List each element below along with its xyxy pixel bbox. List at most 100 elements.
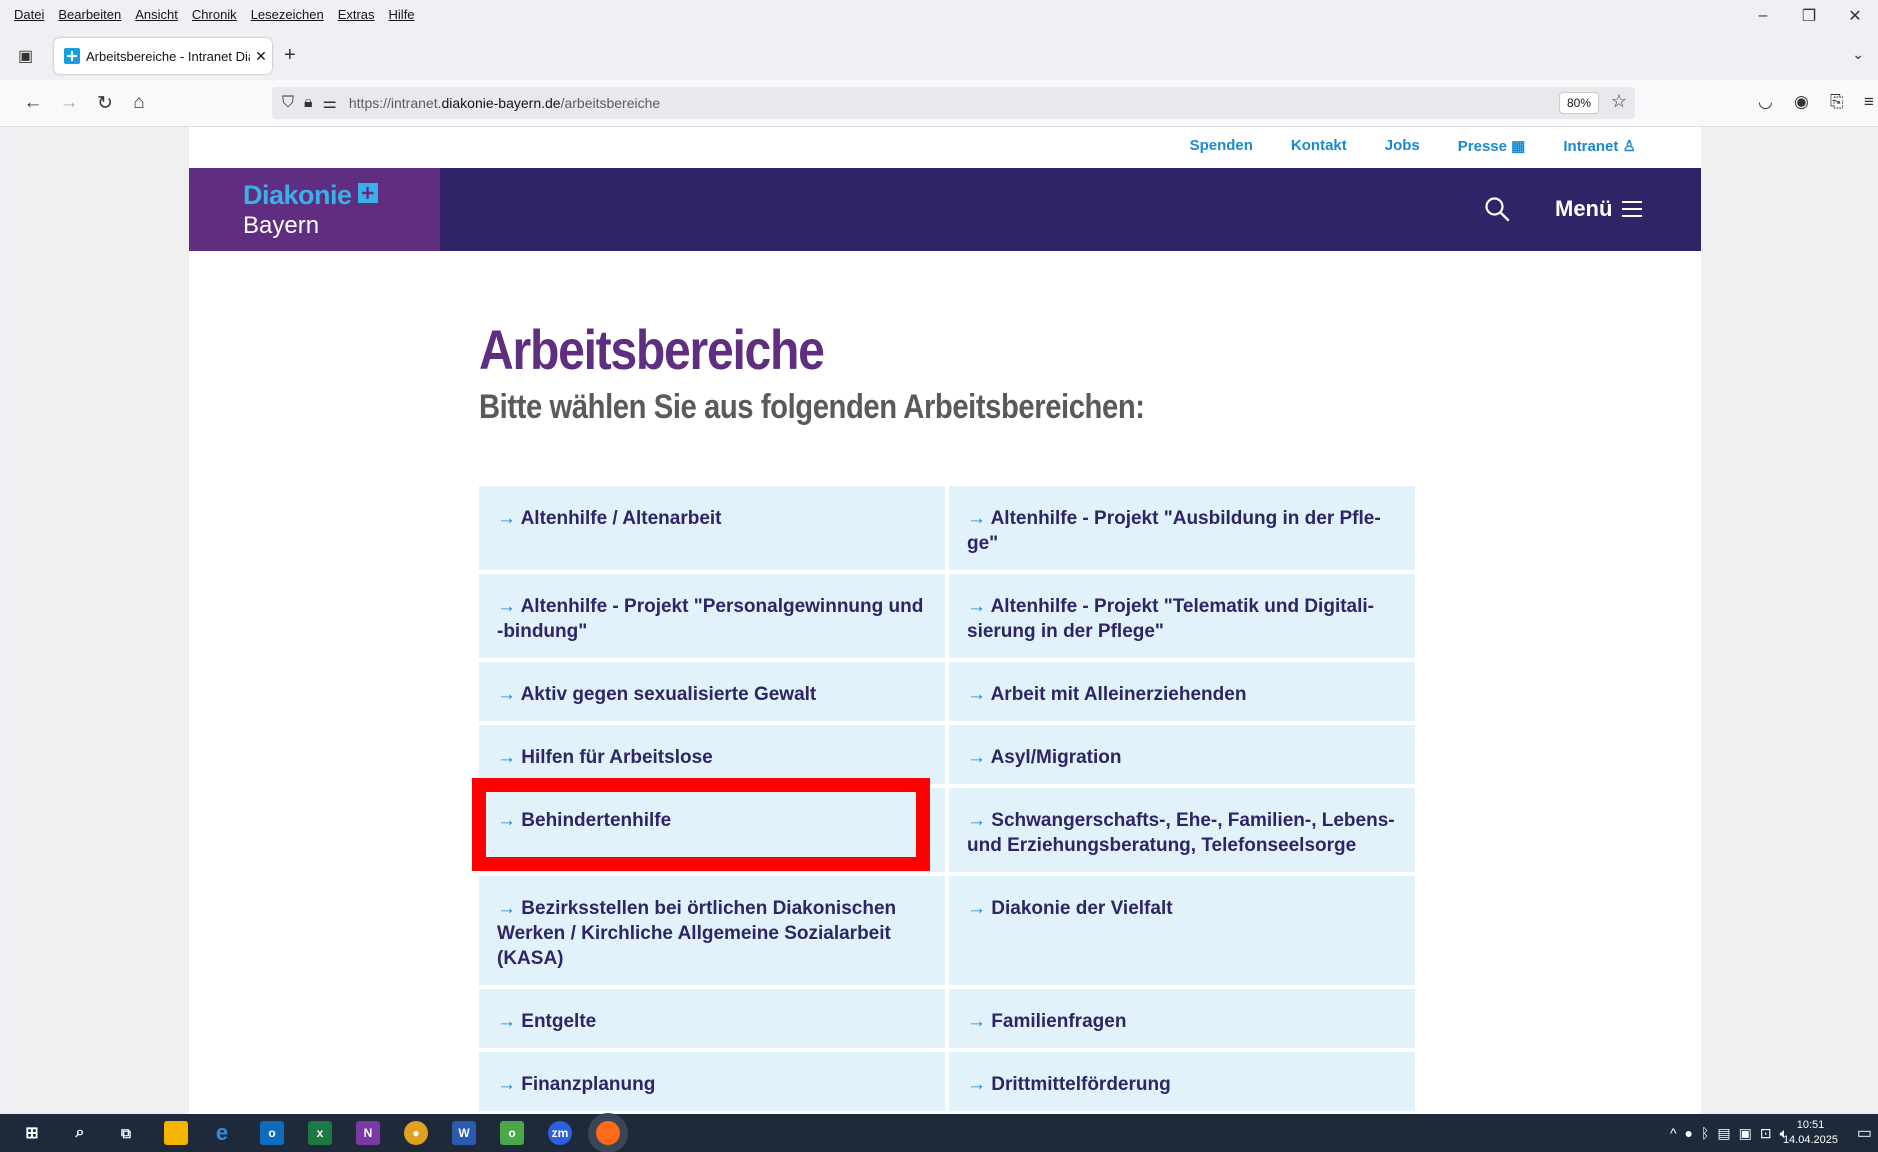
menu-button[interactable]: Menü [1555, 196, 1643, 222]
area-link[interactable]: → Aktiv gegen sexualisierte Gewalt [479, 662, 945, 721]
utility-link-jobs[interactable]: Jobs [1385, 137, 1420, 155]
area-link[interactable]: → Diakonie der Vielfalt [949, 876, 1415, 985]
back-icon[interactable]: ← [20, 90, 46, 116]
chevron-up-icon[interactable]: ^ [1670, 1125, 1677, 1142]
area-link[interactable]: → Entgelte [479, 989, 945, 1048]
area-link[interactable]: → Altenhilfe - Projekt "Personalgewinnun… [479, 574, 945, 658]
areas-grid: → Altenhilfe / Altenarbeit → Altenhilfe -… [479, 486, 1415, 1115]
shield-icon[interactable]: ⛉ [282, 94, 294, 112]
url-bar[interactable]: ⛉ 🔒︎ ⚌ https://intranet.diakonie-bayern.… [272, 87, 1635, 119]
close-window-icon[interactable]: ✕ [1832, 0, 1878, 32]
arrow-right-icon: → [497, 1011, 516, 1032]
area-link[interactable]: → Bezirksstellen bei örtlichen Diakonisc… [479, 876, 945, 985]
system-clock[interactable]: 10:51 14.04.2025 [1783, 1118, 1838, 1148]
menu-item-bearbeiten[interactable]: Bearbeiten [58, 7, 121, 22]
display-icon[interactable]: ▣ [1739, 1125, 1752, 1142]
phone-app-icon[interactable]: o [500, 1121, 524, 1145]
area-link[interactable]: → Drittmittelförderung [949, 1052, 1415, 1111]
favicon-icon [64, 48, 80, 64]
word-icon[interactable]: W [452, 1121, 476, 1145]
diakonie-logo[interactable]: Diakonie Bayern [189, 168, 440, 251]
tab-bar: ▣ Arbeitsbereiche - Intranet Diakc ✕ + ⌄ [0, 32, 1878, 80]
file-explorer-icon[interactable] [164, 1121, 188, 1145]
utility-link-spenden[interactable]: Spenden [1190, 137, 1253, 155]
utility-link-presse[interactable]: Presse ▦ [1458, 137, 1526, 155]
edge-icon[interactable]: e [210, 1120, 234, 1145]
search-taskbar-icon[interactable]: ⌕ [68, 1121, 92, 1145]
menu-item-lesezeichen[interactable]: Lesezeichen [251, 7, 324, 22]
area-link[interactable]: → Hilfen für Arbeitslose [479, 725, 945, 784]
windows-start-icon[interactable]: ⊞ [20, 1121, 44, 1145]
arrow-right-icon: → [497, 508, 516, 529]
menu-item-datei[interactable]: Datei [14, 7, 44, 22]
utility-link-kontakt[interactable]: Kontakt [1291, 137, 1347, 155]
firefox-icon[interactable] [596, 1121, 620, 1145]
area-label: Asyl/Migration [990, 747, 1122, 768]
lock-icon[interactable]: 🔒︎ [304, 94, 313, 112]
menu-label: Menü [1555, 196, 1613, 221]
area-link[interactable]: → Altenhilfe / Altenarbeit [479, 486, 945, 570]
tab-active[interactable]: Arbeitsbereiche - Intranet Diakc ✕ [54, 38, 272, 74]
arrow-right-icon: → [497, 747, 516, 768]
pocket-icon[interactable]: ◡ [1758, 92, 1773, 112]
search-icon[interactable] [1484, 196, 1510, 222]
account-icon[interactable]: ◉ [1794, 92, 1809, 112]
area-link[interactable]: → Arbeit mit Alleinerziehenden [949, 662, 1415, 721]
menu-item-chronik[interactable]: Chronik [192, 7, 237, 22]
areas-row: → Aktiv gegen sexualisierte Gewalt → Arbe… [479, 662, 1415, 721]
menu-item-ansicht[interactable]: Ansicht [135, 7, 178, 22]
area-link[interactable]: → Finanzplanung [479, 1052, 945, 1111]
arrow-right-icon: → [967, 684, 986, 705]
areas-row: → Behindertenhilfe → Schwangerschafts-, E… [479, 788, 1415, 872]
bookmark-star-icon[interactable]: ☆ [1611, 91, 1627, 112]
task-view-icon[interactable]: ⧉ [114, 1121, 138, 1145]
page-title: Arbeitsbereiche [479, 318, 825, 381]
url-text[interactable]: https://intranet.diakonie-bayern.de/arbe… [349, 95, 660, 111]
excel-icon[interactable]: x [308, 1121, 332, 1145]
extensions-icon[interactable]: ⎘ [1830, 92, 1844, 112]
page-subtitle: Bitte wählen Sie aus folgenden Arbeitsbe… [479, 388, 1145, 426]
areas-row: → Finanzplanung → Drittmittelförderung [479, 1052, 1415, 1111]
close-tab-icon[interactable]: ✕ [250, 48, 272, 65]
list-tabs-icon[interactable]: ▣ [18, 46, 38, 66]
forward-icon[interactable]: → [56, 90, 82, 116]
security-tray-icon[interactable]: ● [1685, 1125, 1693, 1142]
language-icon[interactable]: ▤ [1717, 1125, 1730, 1142]
outlook-icon[interactable]: o [260, 1121, 284, 1145]
zoom-level[interactable]: 80% [1558, 92, 1599, 114]
reload-icon[interactable]: ↻ [92, 90, 118, 116]
menu-item-extras[interactable]: Extras [338, 7, 375, 22]
new-tab-icon[interactable]: + [284, 44, 296, 67]
chevron-down-icon[interactable]: ⌄ [1852, 46, 1864, 63]
notification-icon[interactable]: ▭ [1857, 1123, 1872, 1143]
utility-link-intranet[interactable]: Intranet ♙ [1563, 137, 1636, 155]
home-icon[interactable]: ⌂ [126, 90, 152, 116]
chrome-icon[interactable]: ● [404, 1121, 428, 1145]
menu-bar: Datei Bearbeiten Ansicht Chronik Lesezeichen… [0, 0, 1878, 32]
area-link[interactable]: → Behindertenhilfe [479, 788, 945, 872]
windows-taskbar: ⊞ ⌕ ⧉ e o x N ● W o zm ^ ● ᛒ ▤ ▣ ⊡ 🔈︎ 10… [0, 1114, 1878, 1152]
permissions-icon[interactable]: ⚌ [323, 93, 337, 113]
app-menu-icon[interactable]: ≡ [1864, 92, 1874, 112]
minimize-icon[interactable]: – [1740, 0, 1786, 32]
tab-title: Arbeitsbereiche - Intranet Diakc [86, 48, 250, 64]
arrow-right-icon: → [967, 810, 986, 831]
area-link[interactable]: → Schwangerschafts-, Ehe-, Familien-, Le… [949, 788, 1415, 872]
bluetooth-icon[interactable]: ᛒ [1701, 1125, 1709, 1142]
restore-icon[interactable]: ❐ [1786, 0, 1832, 32]
area-link[interactable]: → Altenhilfe - Projekt "Ausbildung in de… [949, 486, 1415, 570]
network-icon[interactable]: ⊡ [1760, 1125, 1772, 1142]
area-label: Bezirksstellen bei örtlichen Diakonische… [497, 898, 897, 969]
area-label: Altenhilfe - Projekt "Ausbildung in der … [967, 508, 1381, 554]
zoom-app-icon[interactable]: zm [548, 1121, 572, 1145]
area-link[interactable]: → Familienfragen [949, 989, 1415, 1048]
arrow-right-icon: → [967, 898, 986, 919]
areas-row: → Altenhilfe - Projekt "Personalgewinnun… [479, 574, 1415, 658]
page-viewport: Spenden Kontakt Jobs Presse ▦ Intranet ♙… [10, 127, 1878, 1115]
area-link[interactable]: → Altenhilfe - Projekt "Telematik und Di… [949, 574, 1415, 658]
arrow-right-icon: → [967, 747, 986, 768]
menu-item-hilfe[interactable]: Hilfe [389, 7, 415, 22]
arrow-right-icon: → [497, 1074, 516, 1095]
onenote-icon[interactable]: N [356, 1121, 380, 1145]
area-link[interactable]: → Asyl/Migration [949, 725, 1415, 784]
